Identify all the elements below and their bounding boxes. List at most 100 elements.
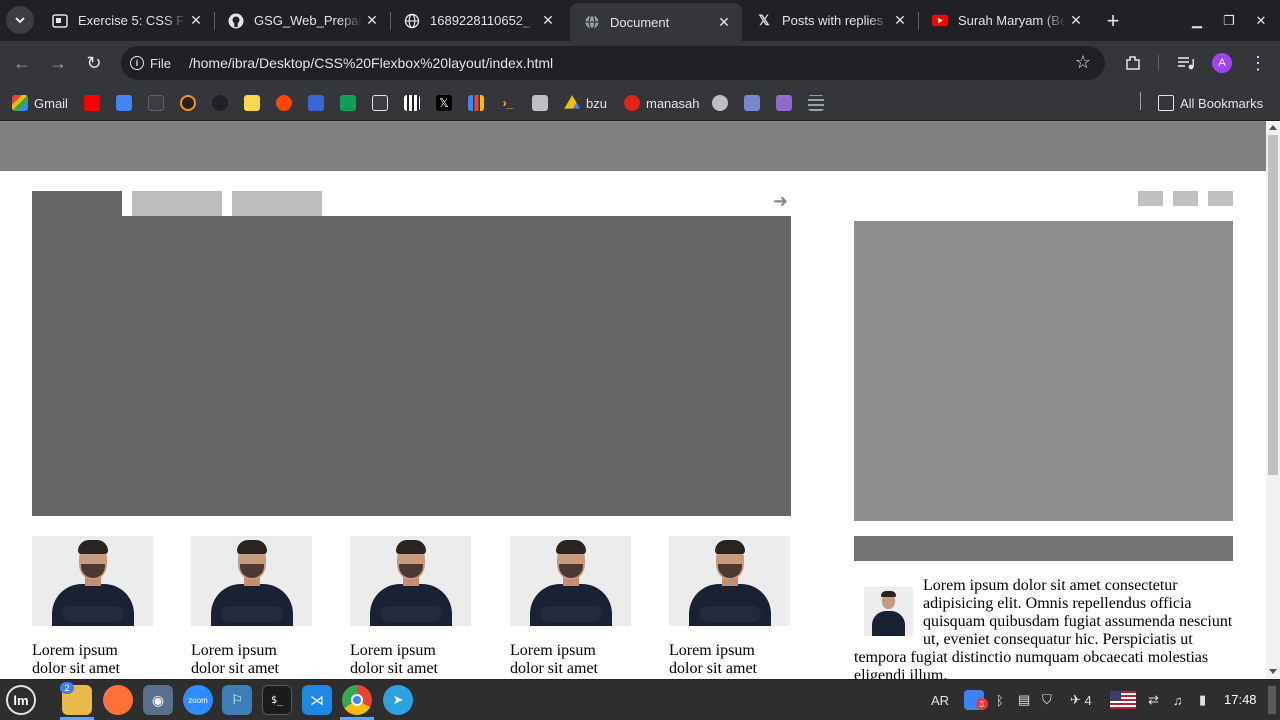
youtube-icon xyxy=(932,13,948,29)
bookmark-cube[interactable] xyxy=(744,92,766,114)
card-caption: Lorem ipsum dolor sit amet xyxy=(350,642,438,677)
reload-button[interactable]: ↻ xyxy=(80,49,108,77)
profile-avatar[interactable]: A xyxy=(1212,53,1232,73)
github-icon xyxy=(212,95,228,111)
shield-icon[interactable]: ⛉ xyxy=(1042,688,1052,712)
bluetooth-icon[interactable]: ᛒ xyxy=(996,688,1004,712)
us-flag-icon[interactable] xyxy=(1110,688,1136,712)
browser-tab-1[interactable]: Exercise 5: CSS Fle ✕ xyxy=(38,6,214,35)
firefox-icon[interactable] xyxy=(103,685,133,715)
bookmark-youtube[interactable] xyxy=(84,92,106,114)
scroll-up-icon[interactable] xyxy=(1269,125,1277,130)
bookmark-h[interactable] xyxy=(776,92,798,114)
bookmark-calendar[interactable] xyxy=(308,92,330,114)
bookmark-globe[interactable] xyxy=(712,92,734,114)
bookmark-bzu[interactable]: bzu xyxy=(564,92,607,114)
vscode-icon[interactable]: ⋊ xyxy=(302,685,332,715)
close-tab-icon[interactable]: ✕ xyxy=(1066,11,1086,31)
browser-tab-3[interactable]: 1689228110652_ ✕ xyxy=(390,6,566,35)
close-tab-icon[interactable]: ✕ xyxy=(890,11,910,31)
url-text[interactable]: /home/ibra/Desktop/CSS%20Flexbox%20layou… xyxy=(189,55,553,71)
new-tab-button[interactable]: + xyxy=(1100,8,1126,34)
bookmark-reddit[interactable] xyxy=(276,92,298,114)
network-icon[interactable]: ⇄ xyxy=(1148,688,1159,712)
music-icon[interactable]: ♫ xyxy=(1173,688,1183,712)
close-tab-icon[interactable]: ✕ xyxy=(186,11,206,31)
forward-button[interactable]: → xyxy=(44,49,72,77)
globe-icon xyxy=(712,95,728,111)
browser-tab-5[interactable]: 𝕏 Posts with replies ✕ xyxy=(742,6,918,35)
gmail-icon xyxy=(12,95,28,111)
browser-tab-6[interactable]: Surah Maryam (Be ✕ xyxy=(918,6,1094,35)
mint-menu-icon[interactable]: lm xyxy=(6,685,36,715)
tab-search-button[interactable] xyxy=(6,6,34,34)
qr-icon xyxy=(404,95,420,111)
extensions-icon[interactable] xyxy=(1122,52,1144,74)
mini-nav-square-1[interactable] xyxy=(1138,191,1163,206)
site-info-chip[interactable]: i File xyxy=(130,56,171,71)
person-photo xyxy=(350,536,471,626)
google-drive-icon xyxy=(564,95,580,109)
content-tab-2[interactable] xyxy=(132,191,222,216)
bookmark-manasah[interactable]: manasah xyxy=(624,92,699,114)
zoom-icon[interactable]: zoom xyxy=(183,685,213,715)
zoom-label: zoom xyxy=(188,695,208,705)
taskbar-clock: 17:48 xyxy=(1224,692,1257,707)
bookmark-qr[interactable] xyxy=(404,92,426,114)
bookmarks-bar: Gmail 𝕏 ›_ bzu manasah All Bookmarks xyxy=(0,85,1280,121)
bookmark-terminal[interactable]: ›_ xyxy=(500,92,522,114)
person-photo xyxy=(510,536,631,626)
bookmark-gmail[interactable]: Gmail xyxy=(12,92,68,114)
bookmark-stack[interactable] xyxy=(532,92,554,114)
content-tab-3[interactable] xyxy=(232,191,322,216)
bookmark-github[interactable] xyxy=(212,92,234,114)
mysql-workbench-icon[interactable]: ⚐ xyxy=(222,685,252,715)
back-button[interactable]: ← xyxy=(8,49,36,77)
media-controls-icon[interactable] xyxy=(1175,52,1197,74)
browser-tab-active[interactable]: Document ✕ xyxy=(570,3,742,41)
kebab-menu-icon[interactable]: ⋮ xyxy=(1247,52,1269,74)
address-bar[interactable]: i File /home/ibra/Desktop/CSS%20Flexbox%… xyxy=(121,46,1105,80)
github-icon xyxy=(228,13,244,29)
telegram-icon[interactable]: ➤ xyxy=(383,685,413,715)
close-window-button[interactable]: ✕ xyxy=(1248,8,1274,34)
keyboard-layout[interactable]: AR xyxy=(931,688,949,712)
bookmark-coin[interactable] xyxy=(180,92,202,114)
bookmark-x[interactable]: 𝕏 xyxy=(436,92,458,114)
content-tab-1[interactable] xyxy=(32,191,122,216)
workspace-indicator[interactable]: ✈ 4 xyxy=(1070,688,1092,712)
bookmark-list[interactable] xyxy=(808,92,830,114)
bookmark-analytics[interactable] xyxy=(468,92,490,114)
eye-icon xyxy=(148,95,164,111)
browser-tab-2[interactable]: GSG_Web_Prepara ✕ xyxy=(214,6,390,35)
bookmark-eye[interactable] xyxy=(148,92,170,114)
close-tab-icon[interactable]: ✕ xyxy=(714,12,734,32)
camera-icon[interactable]: ◉ xyxy=(143,685,173,715)
show-desktop-button[interactable] xyxy=(1268,686,1276,714)
chrome-icon[interactable] xyxy=(342,685,372,715)
bookmark-translate[interactable] xyxy=(116,92,138,114)
scroll-down-icon[interactable] xyxy=(1269,669,1277,674)
cube-icon xyxy=(744,95,760,111)
x-logo-icon: 𝕏 xyxy=(436,95,452,111)
minimize-button[interactable]: ▁ xyxy=(1184,8,1210,34)
mini-nav-square-2[interactable] xyxy=(1173,191,1198,206)
restore-button[interactable]: ❐ xyxy=(1216,8,1242,34)
tab-title: Surah Maryam (Be xyxy=(958,13,1066,28)
bookmark-cc[interactable] xyxy=(372,92,394,114)
battery-icon[interactable]: ▮ xyxy=(1199,688,1206,712)
terminal-icon[interactable]: $_ xyxy=(262,685,292,715)
all-bookmarks-button[interactable]: All Bookmarks xyxy=(1158,92,1263,114)
close-tab-icon[interactable]: ✕ xyxy=(362,11,382,31)
calendar-icon xyxy=(308,95,324,111)
all-bookmarks-label: All Bookmarks xyxy=(1180,95,1264,111)
arrow-right-icon[interactable]: ➜ xyxy=(773,191,788,212)
bookmark-emoji[interactable] xyxy=(244,92,266,114)
page-scrollbar[interactable] xyxy=(1266,121,1280,679)
scrollbar-thumb[interactable] xyxy=(1268,135,1278,475)
bookmark-star-icon[interactable]: ☆ xyxy=(1075,52,1091,73)
close-tab-icon[interactable]: ✕ xyxy=(538,11,558,31)
bookmark-sheets[interactable] xyxy=(340,92,362,114)
clipboard-icon[interactable]: ▤ xyxy=(1018,688,1030,712)
mini-nav-square-3[interactable] xyxy=(1208,191,1233,206)
